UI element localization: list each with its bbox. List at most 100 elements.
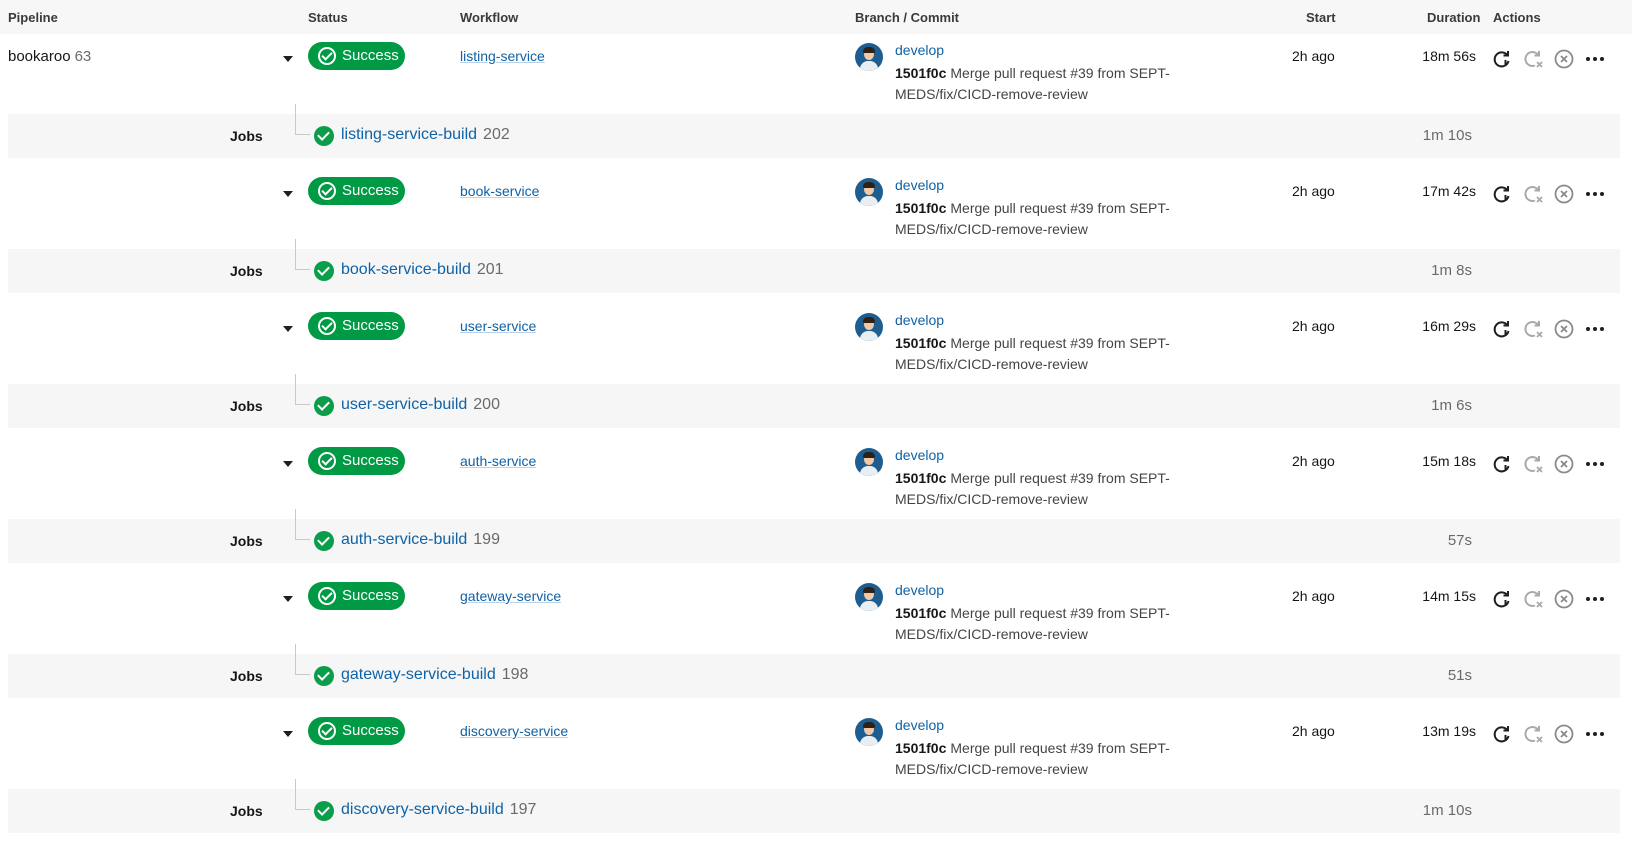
rerun-icon[interactable] bbox=[1491, 453, 1513, 475]
workflow-link[interactable]: listing-service bbox=[460, 48, 545, 64]
job-link[interactable]: gateway-service-build bbox=[341, 666, 496, 683]
job-link[interactable]: user-service-build bbox=[341, 396, 467, 413]
avatar-body bbox=[860, 601, 878, 611]
expand-caret-icon[interactable] bbox=[283, 56, 293, 62]
cancel-icon[interactable] bbox=[1553, 183, 1575, 205]
status-badge[interactable]: Success bbox=[308, 582, 405, 610]
job-link-wrapper[interactable]: listing-service-build 202 bbox=[341, 126, 510, 144]
rerun-icon[interactable] bbox=[1491, 183, 1513, 205]
commit-sha[interactable]: 1501f0c bbox=[895, 470, 946, 486]
job-link-wrapper[interactable]: user-service-build 200 bbox=[341, 396, 500, 414]
status-badge[interactable]: Success bbox=[308, 42, 405, 70]
job-duration: 1m 10s bbox=[1422, 802, 1472, 819]
job-link-wrapper[interactable]: auth-service-build 199 bbox=[341, 531, 500, 549]
branch-link[interactable]: develop bbox=[895, 42, 944, 58]
rerun-failed-icon[interactable] bbox=[1522, 453, 1544, 475]
rerun-failed-icon[interactable] bbox=[1522, 318, 1544, 340]
pipeline-name[interactable]: bookaroo 63 bbox=[8, 48, 91, 65]
rerun-failed-icon[interactable] bbox=[1522, 723, 1544, 745]
rerun-failed-icon[interactable] bbox=[1522, 588, 1544, 610]
expand-caret-icon[interactable] bbox=[283, 461, 293, 467]
job-link-wrapper[interactable]: gateway-service-build 198 bbox=[341, 666, 528, 684]
job-link[interactable]: book-service-build bbox=[341, 261, 471, 278]
job-link-wrapper[interactable]: discovery-service-build 197 bbox=[341, 801, 536, 819]
commit-info: 1501f0c Merge pull request #39 from SEPT-… bbox=[895, 198, 1185, 240]
workflow-duration: 18m 56s bbox=[1422, 48, 1476, 64]
cancel-icon[interactable] bbox=[1553, 453, 1575, 475]
branch-link[interactable]: develop bbox=[895, 177, 944, 193]
header-start: Start bbox=[1306, 10, 1336, 25]
success-check-icon bbox=[314, 261, 334, 281]
commit-sha[interactable]: 1501f0c bbox=[895, 605, 946, 621]
avatar bbox=[855, 178, 883, 206]
workflow-duration: 16m 29s bbox=[1422, 318, 1476, 334]
avatar-body bbox=[860, 331, 878, 341]
workflow-link[interactable]: book-service bbox=[460, 183, 539, 199]
job-row: Jobs listing-service-build 202 1m 10s bbox=[8, 104, 1620, 158]
job-link-wrapper[interactable]: book-service-build 201 bbox=[341, 261, 504, 279]
start-time: 2h ago bbox=[1292, 453, 1335, 469]
job-number: 201 bbox=[476, 261, 504, 278]
success-check-icon bbox=[318, 722, 336, 740]
header-workflow: Workflow bbox=[460, 10, 519, 25]
success-check-icon bbox=[318, 182, 336, 200]
status-badge[interactable]: Success bbox=[308, 312, 405, 340]
status-badge[interactable]: Success bbox=[308, 447, 405, 475]
commit-info: 1501f0c Merge pull request #39 from SEPT-… bbox=[895, 603, 1185, 645]
expand-caret-icon[interactable] bbox=[283, 191, 293, 197]
rerun-icon[interactable] bbox=[1491, 588, 1513, 610]
branch-link[interactable]: develop bbox=[895, 447, 944, 463]
job-link[interactable]: listing-service-build bbox=[341, 126, 477, 143]
avatar-hair bbox=[863, 452, 875, 458]
cancel-icon[interactable] bbox=[1553, 318, 1575, 340]
avatar bbox=[855, 313, 883, 341]
commit-sha[interactable]: 1501f0c bbox=[895, 740, 946, 756]
more-icon[interactable] bbox=[1584, 48, 1606, 70]
workflow-row: Success gateway-service develop 1501f0c M… bbox=[0, 574, 1632, 660]
more-icon[interactable] bbox=[1584, 318, 1606, 340]
status-label: Success bbox=[342, 722, 399, 739]
cancel-icon[interactable] bbox=[1553, 588, 1575, 610]
more-icon[interactable] bbox=[1584, 723, 1606, 745]
commit-sha[interactable]: 1501f0c bbox=[895, 65, 946, 81]
commit-sha[interactable]: 1501f0c bbox=[895, 200, 946, 216]
avatar-hair bbox=[863, 47, 875, 53]
expand-caret-icon[interactable] bbox=[283, 596, 293, 602]
start-time: 2h ago bbox=[1292, 183, 1335, 199]
tree-connector bbox=[295, 644, 310, 675]
cancel-icon[interactable] bbox=[1553, 723, 1575, 745]
expand-caret-icon[interactable] bbox=[283, 326, 293, 332]
workflow-link[interactable]: user-service bbox=[460, 318, 536, 334]
job-number: 199 bbox=[473, 531, 500, 548]
status-badge[interactable]: Success bbox=[308, 717, 405, 745]
job-row: Jobs auth-service-build 199 57s bbox=[8, 509, 1620, 563]
rerun-icon[interactable] bbox=[1491, 48, 1513, 70]
job-link[interactable]: auth-service-build bbox=[341, 531, 467, 548]
header-pipeline: Pipeline bbox=[8, 10, 58, 25]
expand-caret-icon[interactable] bbox=[283, 731, 293, 737]
commit-sha[interactable]: 1501f0c bbox=[895, 335, 946, 351]
workflow-link[interactable]: gateway-service bbox=[460, 588, 561, 604]
job-link[interactable]: discovery-service-build bbox=[341, 801, 504, 818]
workflow-link[interactable]: auth-service bbox=[460, 453, 536, 469]
status-badge[interactable]: Success bbox=[308, 177, 405, 205]
pipeline-name-text[interactable]: bookaroo bbox=[8, 48, 71, 65]
branch-link[interactable]: develop bbox=[895, 312, 944, 328]
more-icon[interactable] bbox=[1584, 588, 1606, 610]
commit-info: 1501f0c Merge pull request #39 from SEPT-… bbox=[895, 333, 1185, 375]
branch-link[interactable]: develop bbox=[895, 582, 944, 598]
header-status: Status bbox=[308, 10, 348, 25]
rerun-icon[interactable] bbox=[1491, 723, 1513, 745]
more-icon[interactable] bbox=[1584, 183, 1606, 205]
branch-link[interactable]: develop bbox=[895, 717, 944, 733]
rerun-failed-icon[interactable] bbox=[1522, 48, 1544, 70]
jobs-label: Jobs bbox=[230, 668, 263, 684]
rerun-failed-icon[interactable] bbox=[1522, 183, 1544, 205]
workflow-duration: 13m 19s bbox=[1422, 723, 1476, 739]
avatar bbox=[855, 448, 883, 476]
success-check-icon bbox=[314, 126, 334, 146]
more-icon[interactable] bbox=[1584, 453, 1606, 475]
workflow-link[interactable]: discovery-service bbox=[460, 723, 568, 739]
rerun-icon[interactable] bbox=[1491, 318, 1513, 340]
cancel-icon[interactable] bbox=[1553, 48, 1575, 70]
